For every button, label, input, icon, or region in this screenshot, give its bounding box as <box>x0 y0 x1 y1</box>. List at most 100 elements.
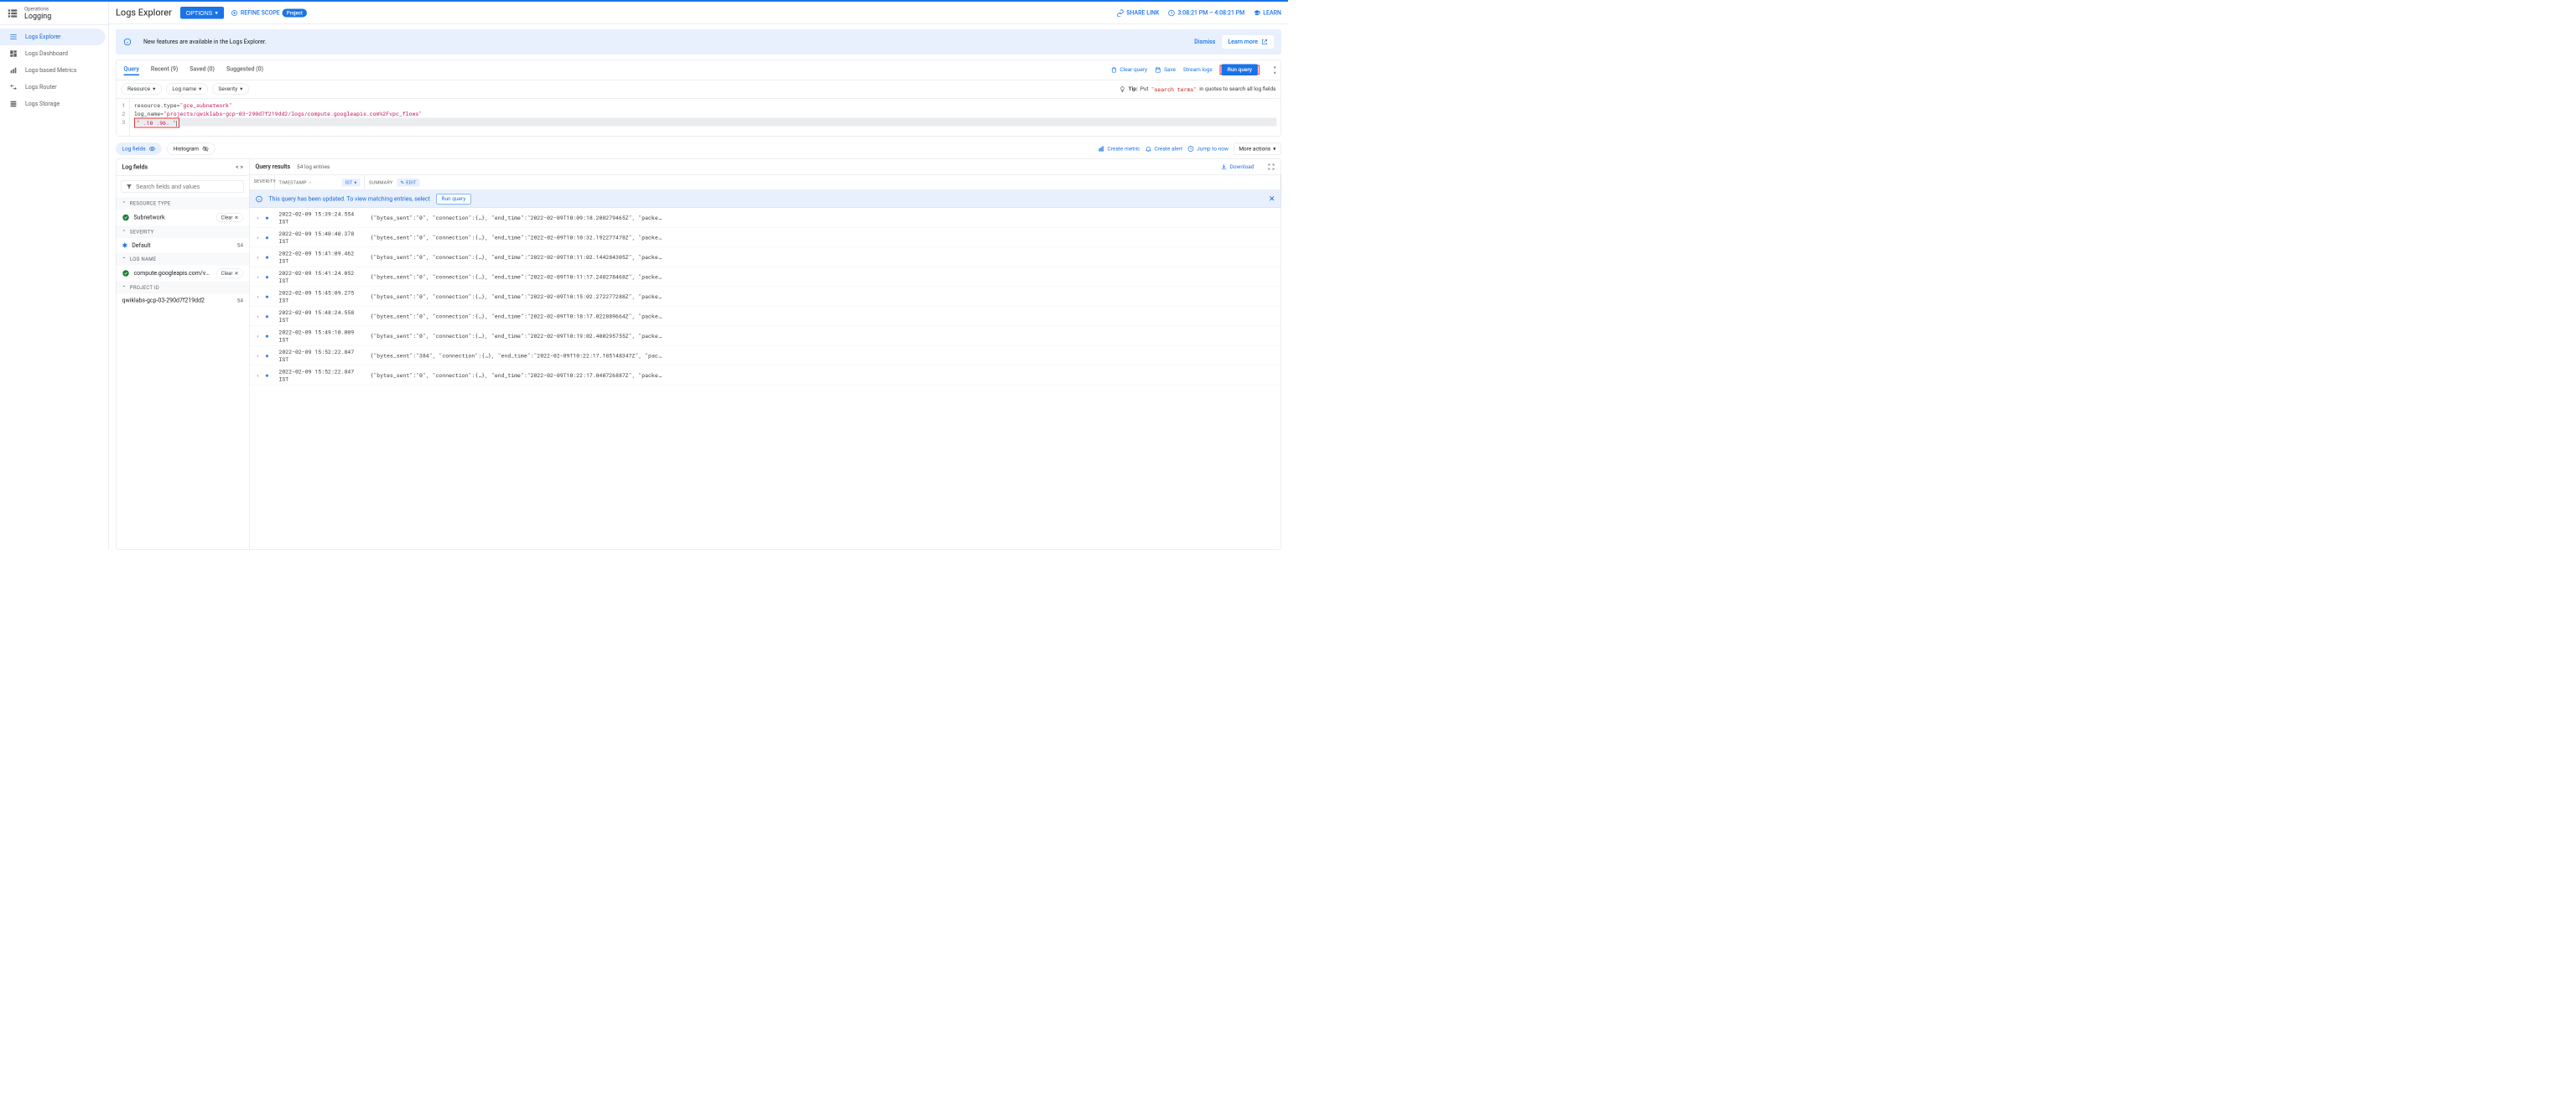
clear-label: Clear <box>221 271 233 277</box>
stream-logs-button[interactable]: Stream logs <box>1183 67 1213 74</box>
jump-to-now-button[interactable]: Jump to now <box>1187 146 1228 153</box>
tab-saved[interactable]: Saved (0) <box>190 65 215 76</box>
log-row[interactable]: ›✱2022-02-09 15:49:10.009 IST{"bytes_sen… <box>250 326 1281 346</box>
options-button[interactable]: OPTIONS ▾ <box>180 7 224 19</box>
expand-icon[interactable]: › <box>254 313 262 320</box>
search-input[interactable] <box>136 184 240 190</box>
log-row[interactable]: ›✱2022-02-09 15:40:40.378 IST{"bytes_sen… <box>250 228 1281 248</box>
sidebar-item-logs-router[interactable]: Logs Router <box>0 79 109 96</box>
severity-default-icon: ✱ <box>262 253 273 261</box>
chevron-up-icon: ⌃ <box>122 285 127 291</box>
clear-query-button[interactable]: Clear query <box>1110 66 1147 73</box>
sidebar-item-label: Logs Dashboard <box>25 50 68 57</box>
expand-icon[interactable]: › <box>254 332 262 340</box>
group-label: PROJECT ID <box>130 285 159 291</box>
tip-code: "search terms" <box>1151 86 1197 93</box>
edit-summary-button[interactable]: ✎EDIT <box>397 179 419 187</box>
query-editor[interactable]: 123 resource.type="gce_subnetwork" log_n… <box>117 99 1281 137</box>
histogram-toggle[interactable]: Histogram <box>167 143 215 155</box>
sidebar-item-label: Logs-based Metrics <box>25 67 76 74</box>
timezone-badge[interactable]: IST▾ <box>342 179 361 187</box>
col-timestamp[interactable]: TIMESTAMP ↑ IST▾ <box>275 175 366 190</box>
expand-icon[interactable]: › <box>254 234 262 241</box>
learn-more-button[interactable]: Learn more <box>1222 35 1274 49</box>
log-timestamp: 2022-02-09 15:39:24.554 IST <box>273 210 364 226</box>
results-toolbar: Log fields Histogram Create metric Creat… <box>116 143 1281 155</box>
expand-icon[interactable]: › <box>254 293 262 300</box>
clear-vpc-flows[interactable]: Clear✕ <box>216 269 243 278</box>
scope-chip: Project <box>283 8 307 17</box>
log-row[interactable]: ›✱2022-02-09 15:41:24.052 IST{"bytes_sen… <box>250 267 1281 288</box>
search-tip: Tip: Put "search terms" in quotes to sea… <box>1119 86 1276 93</box>
item-vpc-flows[interactable]: compute.googleapis.com/vpc_fl… Clear✕ <box>117 266 250 282</box>
group-label: LOG NAME <box>130 257 157 262</box>
save-icon <box>1155 66 1161 73</box>
run-query-inline-button[interactable]: Run query <box>436 194 471 205</box>
log-row[interactable]: ›✱2022-02-09 15:52:22.847 IST{"bytes_sen… <box>250 346 1281 366</box>
download-button[interactable]: Download <box>1221 163 1254 170</box>
graduation-cap-icon <box>1253 9 1260 17</box>
expand-icon[interactable]: › <box>254 352 262 360</box>
expand-collapse-toggle[interactable]: ▾ ▴ <box>1274 65 1276 75</box>
group-severity[interactable]: ⌃SEVERITY <box>117 226 250 238</box>
log-timestamp: 2022-02-09 15:52:22.847 IST <box>273 348 364 363</box>
sidebar-item-logs-explorer[interactable]: Logs Explorer <box>0 29 106 45</box>
share-link-button[interactable]: SHARE LINK <box>1116 9 1159 17</box>
close-notice-button[interactable]: ✕ <box>1269 194 1275 204</box>
timestamp-label: TIMESTAMP <box>279 180 307 186</box>
tab-query[interactable]: Query <box>124 65 139 76</box>
tab-suggested[interactable]: Suggested (0) <box>226 65 263 76</box>
log-summary: {"bytes_sent":"0", "connection":{…}, "en… <box>364 234 1277 241</box>
group-resource-type[interactable]: ⌃RESOURCE TYPE <box>117 197 250 210</box>
expand-icon[interactable]: › <box>254 371 262 379</box>
create-metric-button[interactable]: Create metric <box>1098 146 1140 153</box>
sidebar-item-logs-based-metrics[interactable]: Logs-based Metrics <box>0 62 109 79</box>
log-fields-toggle[interactable]: Log fields <box>116 143 162 155</box>
expand-icon[interactable]: › <box>254 273 262 281</box>
log-row[interactable]: ›✱2022-02-09 15:45:09.275 IST{"bytes_sen… <box>250 287 1281 307</box>
log-name-filter[interactable]: Log name▾ <box>166 84 208 96</box>
severity-filter[interactable]: Severity▾ <box>212 84 249 96</box>
code-brackets-icon[interactable]: < > <box>236 164 243 171</box>
severity-default-icon: ✱ <box>122 241 128 250</box>
banner-text: New features are available in the Logs E… <box>138 39 1187 45</box>
log-fields-search[interactable] <box>122 180 245 193</box>
log-row[interactable]: ›✱2022-02-09 15:41:09.462 IST{"bytes_sen… <box>250 247 1281 267</box>
save-button[interactable]: Save <box>1155 66 1176 73</box>
severity-default-icon: ✱ <box>262 234 273 241</box>
info-icon <box>123 38 132 46</box>
log-row[interactable]: ›✱2022-02-09 15:48:24.558 IST{"bytes_sen… <box>250 307 1281 327</box>
fullscreen-icon[interactable] <box>1268 163 1275 171</box>
group-label: RESOURCE TYPE <box>130 200 171 206</box>
sidebar-item-logs-storage[interactable]: Logs Storage <box>0 96 109 112</box>
tab-recent[interactable]: Recent (9) <box>151 65 178 76</box>
resource-filter-label: Resource <box>127 86 150 93</box>
item-subnetwork[interactable]: Subnetwork Clear✕ <box>117 210 250 226</box>
create-alert-button[interactable]: Create alert <box>1145 146 1183 153</box>
group-project-id[interactable]: ⌃PROJECT ID <box>117 282 250 294</box>
item-project[interactable]: qwiklabs-gcp-03-290d7f219dd2 54 <box>117 294 250 308</box>
refine-scope-button[interactable]: REFINE SCOPE Project <box>231 8 307 17</box>
learn-button[interactable]: LEARN <box>1253 9 1281 17</box>
expand-icon[interactable]: › <box>254 214 262 221</box>
dismiss-button[interactable]: Dismiss <box>1194 39 1215 45</box>
item-label: compute.googleapis.com/vpc_fl… <box>134 270 213 277</box>
log-timestamp: 2022-02-09 15:49:10.009 IST <box>273 329 364 344</box>
col-severity[interactable]: SEVERITY <box>250 175 275 190</box>
run-query-button[interactable]: Run query <box>1222 65 1258 76</box>
group-log-name[interactable]: ⌃LOG NAME <box>117 253 250 266</box>
expand-icon[interactable]: › <box>254 253 262 261</box>
time-range-picker[interactable]: 3:08:21 PM – 4:08:21 PM <box>1167 9 1244 17</box>
dashboard-icon <box>9 49 18 58</box>
log-fields-panel: Log fields < > ⌃RESOURCE TYPE Subnetwork… <box>117 159 250 550</box>
results-table-header: SEVERITY TIMESTAMP ↑ IST▾ SUMMARY ✎EDIT <box>250 175 1281 190</box>
more-actions-button[interactable]: More actions ▾ <box>1233 143 1281 155</box>
log-row[interactable]: ›✱2022-02-09 15:39:24.554 IST{"bytes_sen… <box>250 208 1281 228</box>
resource-filter[interactable]: Resource▾ <box>122 84 162 96</box>
item-default[interactable]: ✱ Default 54 <box>117 238 250 253</box>
filter-icon <box>126 184 132 190</box>
sidebar-item-logs-dashboard[interactable]: Logs Dashboard <box>0 45 109 62</box>
clear-subnetwork[interactable]: Clear✕ <box>216 213 243 222</box>
chevron-down-icon: ▾ <box>199 86 201 93</box>
log-row[interactable]: ›✱2022-02-09 15:52:22.847 IST{"bytes_sen… <box>250 365 1281 386</box>
